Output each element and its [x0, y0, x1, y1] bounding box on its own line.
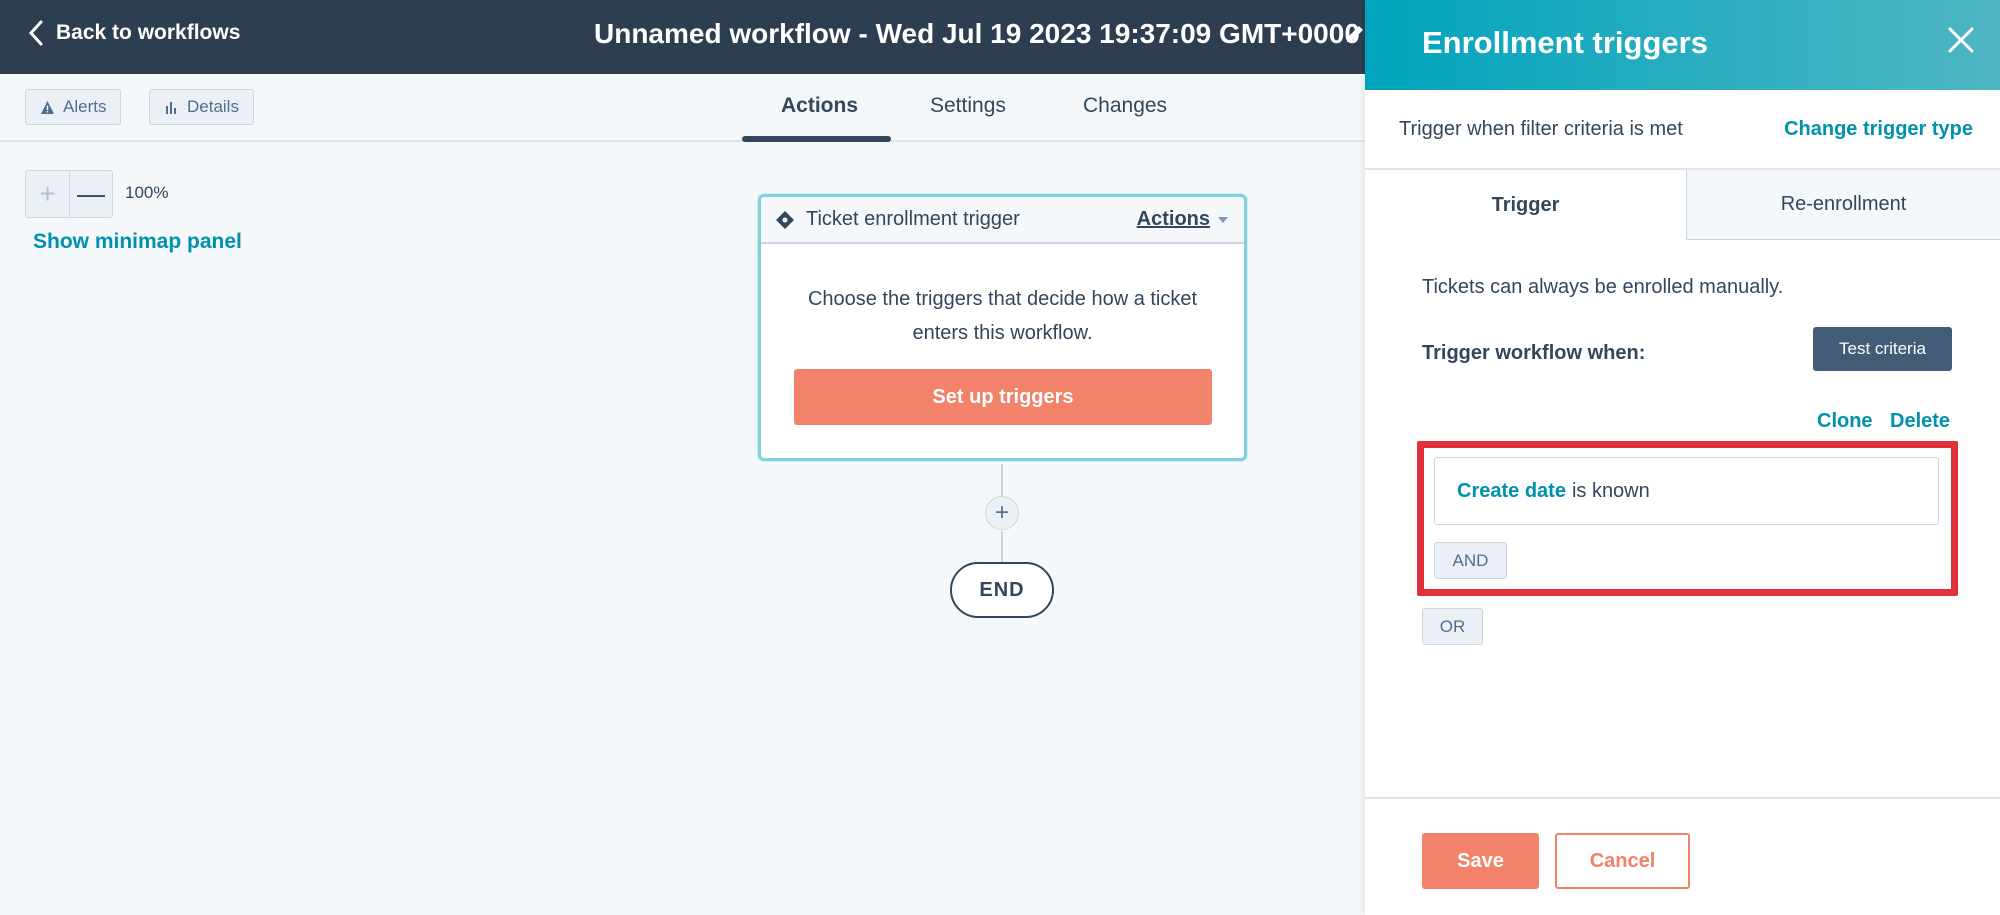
trigger-card-header: Ticket enrollment trigger Actions — [761, 197, 1244, 244]
tab-actions[interactable]: Actions — [781, 94, 858, 118]
filter-operator: is known — [1571, 479, 1650, 502]
panel-header: Enrollment triggers — [1365, 0, 2000, 90]
caret-down-icon — [1218, 216, 1228, 223]
trigger-type-text: Trigger when filter criteria is met — [1399, 118, 1683, 140]
alerts-button[interactable]: Alerts — [25, 89, 122, 125]
pencil-icon[interactable] — [1343, 22, 1367, 46]
trigger-card-description: Choose the triggers that decide how a ti… — [807, 288, 1198, 344]
zoom-level: 100% — [125, 183, 169, 202]
panel-tabs: Trigger Re-enrollment — [1365, 170, 2000, 240]
back-label: Back to workflows — [56, 21, 241, 44]
filter-criteria-box[interactable]: Create date is known — [1434, 457, 1939, 525]
panel-footer: Save Cancel — [1365, 797, 2000, 915]
or-button[interactable]: OR — [1422, 608, 1483, 645]
trigger-card-title: Ticket enrollment trigger — [806, 208, 1020, 230]
trigger-card[interactable]: Ticket enrollment trigger Actions Choose… — [758, 194, 1247, 461]
enrollment-triggers-panel: Enrollment triggers Trigger when filter … — [1365, 0, 2000, 915]
back-to-workflows-link[interactable]: Back to workflows — [28, 20, 240, 46]
and-button[interactable]: AND — [1434, 542, 1507, 579]
add-action-button[interactable]: + — [985, 496, 1019, 530]
tab-changes[interactable]: Changes — [1083, 94, 1167, 118]
connector-line — [1001, 464, 1003, 496]
connector-line — [1001, 531, 1003, 562]
active-tab-indicator — [742, 136, 891, 142]
alerts-label: Alerts — [63, 97, 107, 116]
zoom-in-button[interactable]: + — [26, 171, 69, 217]
trigger-type-row: Trigger when filter criteria is met Chan… — [1365, 90, 2000, 170]
details-label: Details — [187, 97, 239, 116]
cancel-button[interactable]: Cancel — [1555, 833, 1690, 889]
set-up-triggers-button[interactable]: Set up triggers — [794, 369, 1212, 425]
show-minimap-link[interactable]: Show minimap panel — [33, 230, 242, 254]
filter-property[interactable]: Create date — [1457, 480, 1566, 503]
workflow-title: Unnamed workflow - Wed Jul 19 2023 19:37… — [594, 18, 1360, 49]
tab-settings[interactable]: Settings — [930, 94, 1006, 118]
ticket-icon — [776, 210, 794, 229]
warning-icon — [41, 100, 54, 114]
manual-enroll-note: Tickets can always be enrolled manually. — [1422, 276, 1784, 298]
tab-re-enrollment[interactable]: Re-enrollment — [1686, 170, 2000, 240]
sub-toolbar: Alerts Details Actions Settings Changes — [0, 74, 1365, 142]
trigger-when-label: Trigger workflow when: — [1422, 342, 1646, 364]
save-button[interactable]: Save — [1422, 833, 1539, 889]
end-node: END — [950, 562, 1054, 618]
tab-trigger[interactable]: Trigger — [1365, 170, 1686, 240]
card-actions-dropdown[interactable]: Actions — [1137, 208, 1228, 231]
delete-link[interactable]: Delete — [1890, 410, 1950, 433]
clone-link[interactable]: Clone — [1817, 410, 1873, 433]
zoom-out-button[interactable]: — — [68, 171, 112, 217]
panel-title: Enrollment triggers — [1422, 25, 1708, 60]
top-bar: Back to workflows Unnamed workflow - Wed… — [0, 0, 1365, 74]
chevron-left-icon — [28, 20, 43, 46]
close-icon[interactable] — [1948, 27, 1974, 53]
test-criteria-button[interactable]: Test criteria — [1813, 327, 1952, 371]
details-button[interactable]: Details — [149, 89, 254, 125]
zoom-controls: + — — [25, 170, 113, 218]
card-actions-label: Actions — [1136, 208, 1210, 230]
bar-chart-icon — [166, 101, 176, 114]
change-trigger-type-link[interactable]: Change trigger type — [1784, 118, 1973, 141]
